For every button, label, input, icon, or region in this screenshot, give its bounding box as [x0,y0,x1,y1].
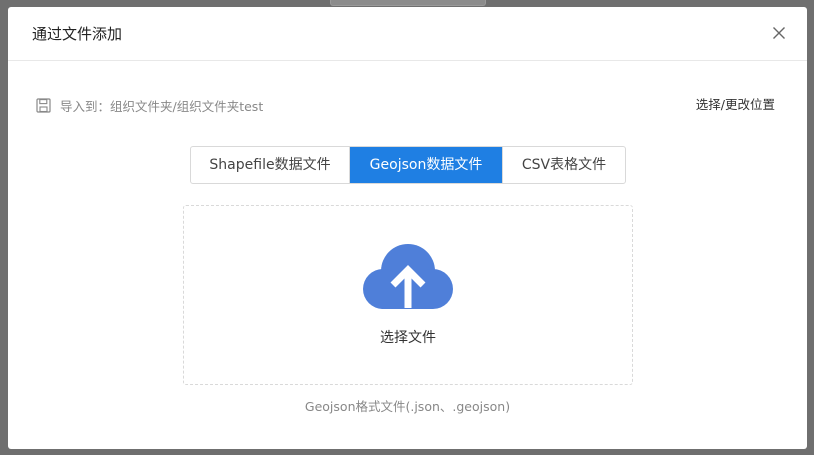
choose-file-label: 选择文件 [380,330,436,346]
dialog-header: 通过文件添加 [8,7,807,61]
add-by-file-dialog: 通过文件添加 导入到：组织文件夹/组织文件夹test 选择/更改位置 Shape… [8,7,807,449]
import-path-label: 导入到：组织文件夹/组织文件夹test [60,98,264,114]
tab-shapefile[interactable]: Shapefile数据文件 [191,147,349,183]
file-format-hint: Geojson格式文件(.json、.geojson) [304,399,511,414]
change-location-link[interactable]: 选择/更改位置 [696,96,775,114]
tab-csv[interactable]: CSV表格文件 [502,147,625,183]
cloud-upload-icon [362,244,454,310]
file-type-tabs: Shapefile数据文件 Geojson数据文件 CSV表格文件 [190,146,626,184]
file-dropzone[interactable]: 选择文件 [183,205,633,385]
import-target: 导入到：组织文件夹/组织文件夹test [36,96,263,114]
dialog-title: 通过文件添加 [32,25,123,43]
close-button[interactable] [769,23,789,43]
tab-geojson[interactable]: Geojson数据文件 [349,147,502,183]
save-icon [36,97,51,113]
close-icon [773,27,785,39]
background-tab [330,0,486,6]
